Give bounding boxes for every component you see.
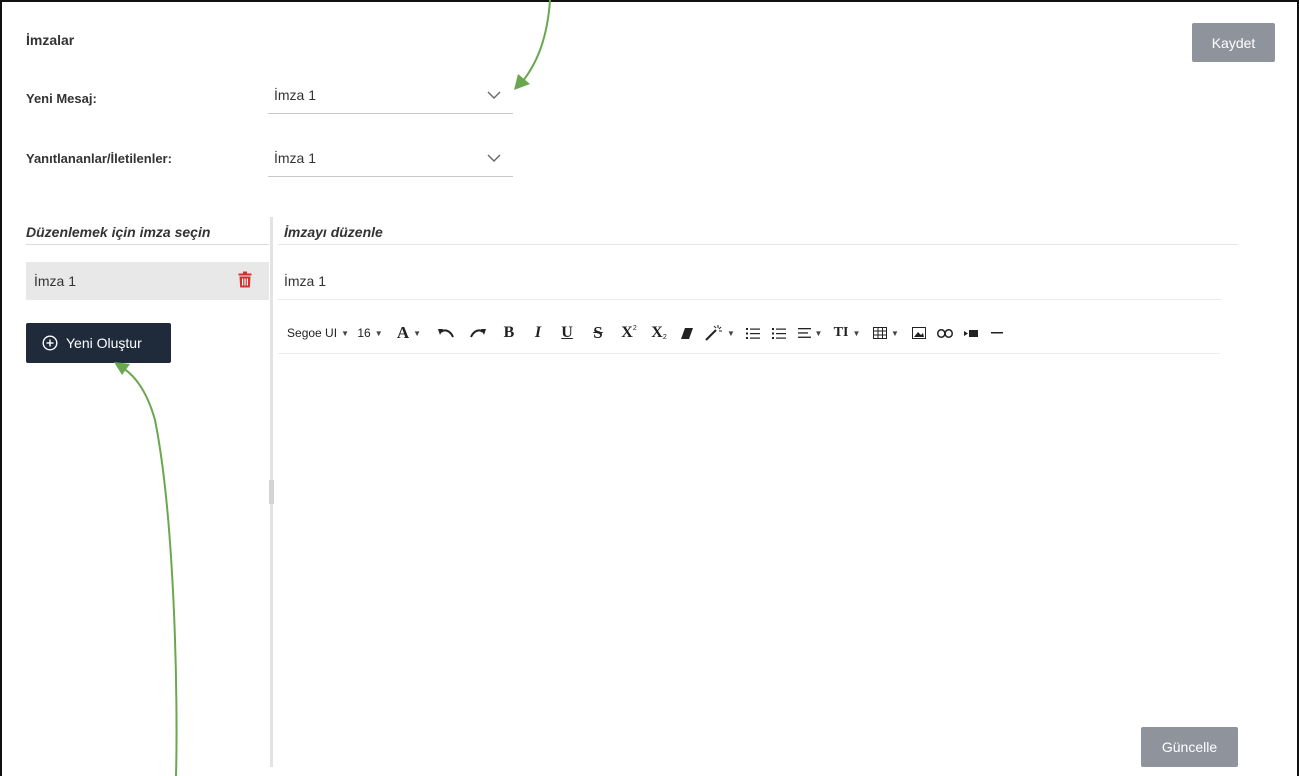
undo-icon[interactable] bbox=[430, 318, 462, 348]
signature-item-label: İmza 1 bbox=[34, 273, 77, 289]
divider bbox=[26, 244, 269, 245]
line-height-label: TI bbox=[833, 325, 849, 340]
trash-icon[interactable] bbox=[238, 271, 252, 293]
underline-button[interactable]: U bbox=[552, 318, 582, 348]
signature-list-item[interactable]: İmza 1 bbox=[26, 262, 269, 300]
horizontal-rule-icon[interactable] bbox=[984, 318, 1010, 348]
bullet-list-icon[interactable] bbox=[740, 318, 766, 348]
strikethrough-button[interactable]: S bbox=[582, 318, 614, 348]
new-signature-button[interactable]: Yeni Oluştur bbox=[26, 323, 171, 363]
line-height-dropdown[interactable]: TI ▼ bbox=[828, 318, 866, 348]
divider bbox=[278, 353, 1220, 354]
signature-list-heading: Düzenlemek için imza seçin bbox=[26, 224, 211, 240]
table-dropdown[interactable]: ▼ bbox=[866, 318, 906, 348]
superscript-letter: X bbox=[621, 324, 633, 341]
splitter-handle[interactable] bbox=[269, 480, 274, 504]
italic-button[interactable]: I bbox=[524, 318, 552, 348]
replies-forwards-value: İmza 1 bbox=[274, 150, 317, 166]
chevron-down-icon bbox=[487, 154, 501, 162]
new-message-label: Yeni Mesaj: bbox=[26, 91, 97, 106]
video-icon[interactable] bbox=[958, 318, 984, 348]
replies-forwards-label: Yanıtlananlar/İletilenler: bbox=[26, 151, 172, 166]
replies-forwards-select[interactable]: İmza 1 bbox=[268, 141, 513, 177]
font-color-dropdown[interactable]: A ▼ bbox=[388, 318, 430, 348]
font-family-value: Segoe UI bbox=[287, 326, 338, 340]
new-message-value: İmza 1 bbox=[274, 87, 317, 103]
save-button[interactable]: Kaydet bbox=[1192, 23, 1275, 62]
font-color-icon: A bbox=[396, 323, 410, 342]
editor-toolbar: Segoe UI ▼ 16 ▼ A ▼ B I U S X2 X2 ▼ ▼ TI… bbox=[284, 318, 1214, 348]
plus-circle-icon bbox=[42, 335, 58, 354]
divider bbox=[278, 299, 1222, 300]
divider bbox=[278, 244, 1238, 245]
image-icon[interactable] bbox=[906, 318, 932, 348]
page-title: İmzalar bbox=[26, 32, 75, 48]
magic-wand-icon[interactable]: ▼ bbox=[700, 318, 740, 348]
redo-icon[interactable] bbox=[462, 318, 494, 348]
eraser-icon[interactable] bbox=[674, 318, 700, 348]
signatures-panel: İmzalar Kaydet Yeni Mesaj: İmza 1 Yanıtl… bbox=[0, 0, 1299, 776]
link-icon[interactable] bbox=[932, 318, 958, 348]
signature-name-field[interactable]: İmza 1 bbox=[284, 273, 326, 289]
chevron-down-icon bbox=[487, 91, 501, 99]
signature-editor-content[interactable] bbox=[278, 358, 1220, 718]
subscript-button[interactable]: X2 bbox=[644, 318, 674, 348]
font-family-dropdown[interactable]: Segoe UI ▼ bbox=[284, 318, 352, 348]
bold-button[interactable]: B bbox=[494, 318, 524, 348]
new-message-select[interactable]: İmza 1 bbox=[268, 78, 513, 114]
editor-heading: İmzayı düzenle bbox=[284, 224, 383, 240]
numbered-list-icon[interactable] bbox=[766, 318, 792, 348]
align-dropdown[interactable]: ▼ bbox=[792, 318, 828, 348]
superscript-button[interactable]: X2 bbox=[614, 318, 644, 348]
font-size-dropdown[interactable]: 16 ▼ bbox=[352, 318, 388, 348]
font-size-value: 16 bbox=[357, 326, 371, 340]
update-button[interactable]: Güncelle bbox=[1141, 727, 1238, 767]
subscript-letter: X bbox=[651, 324, 663, 341]
new-signature-label: Yeni Oluştur bbox=[66, 335, 142, 351]
